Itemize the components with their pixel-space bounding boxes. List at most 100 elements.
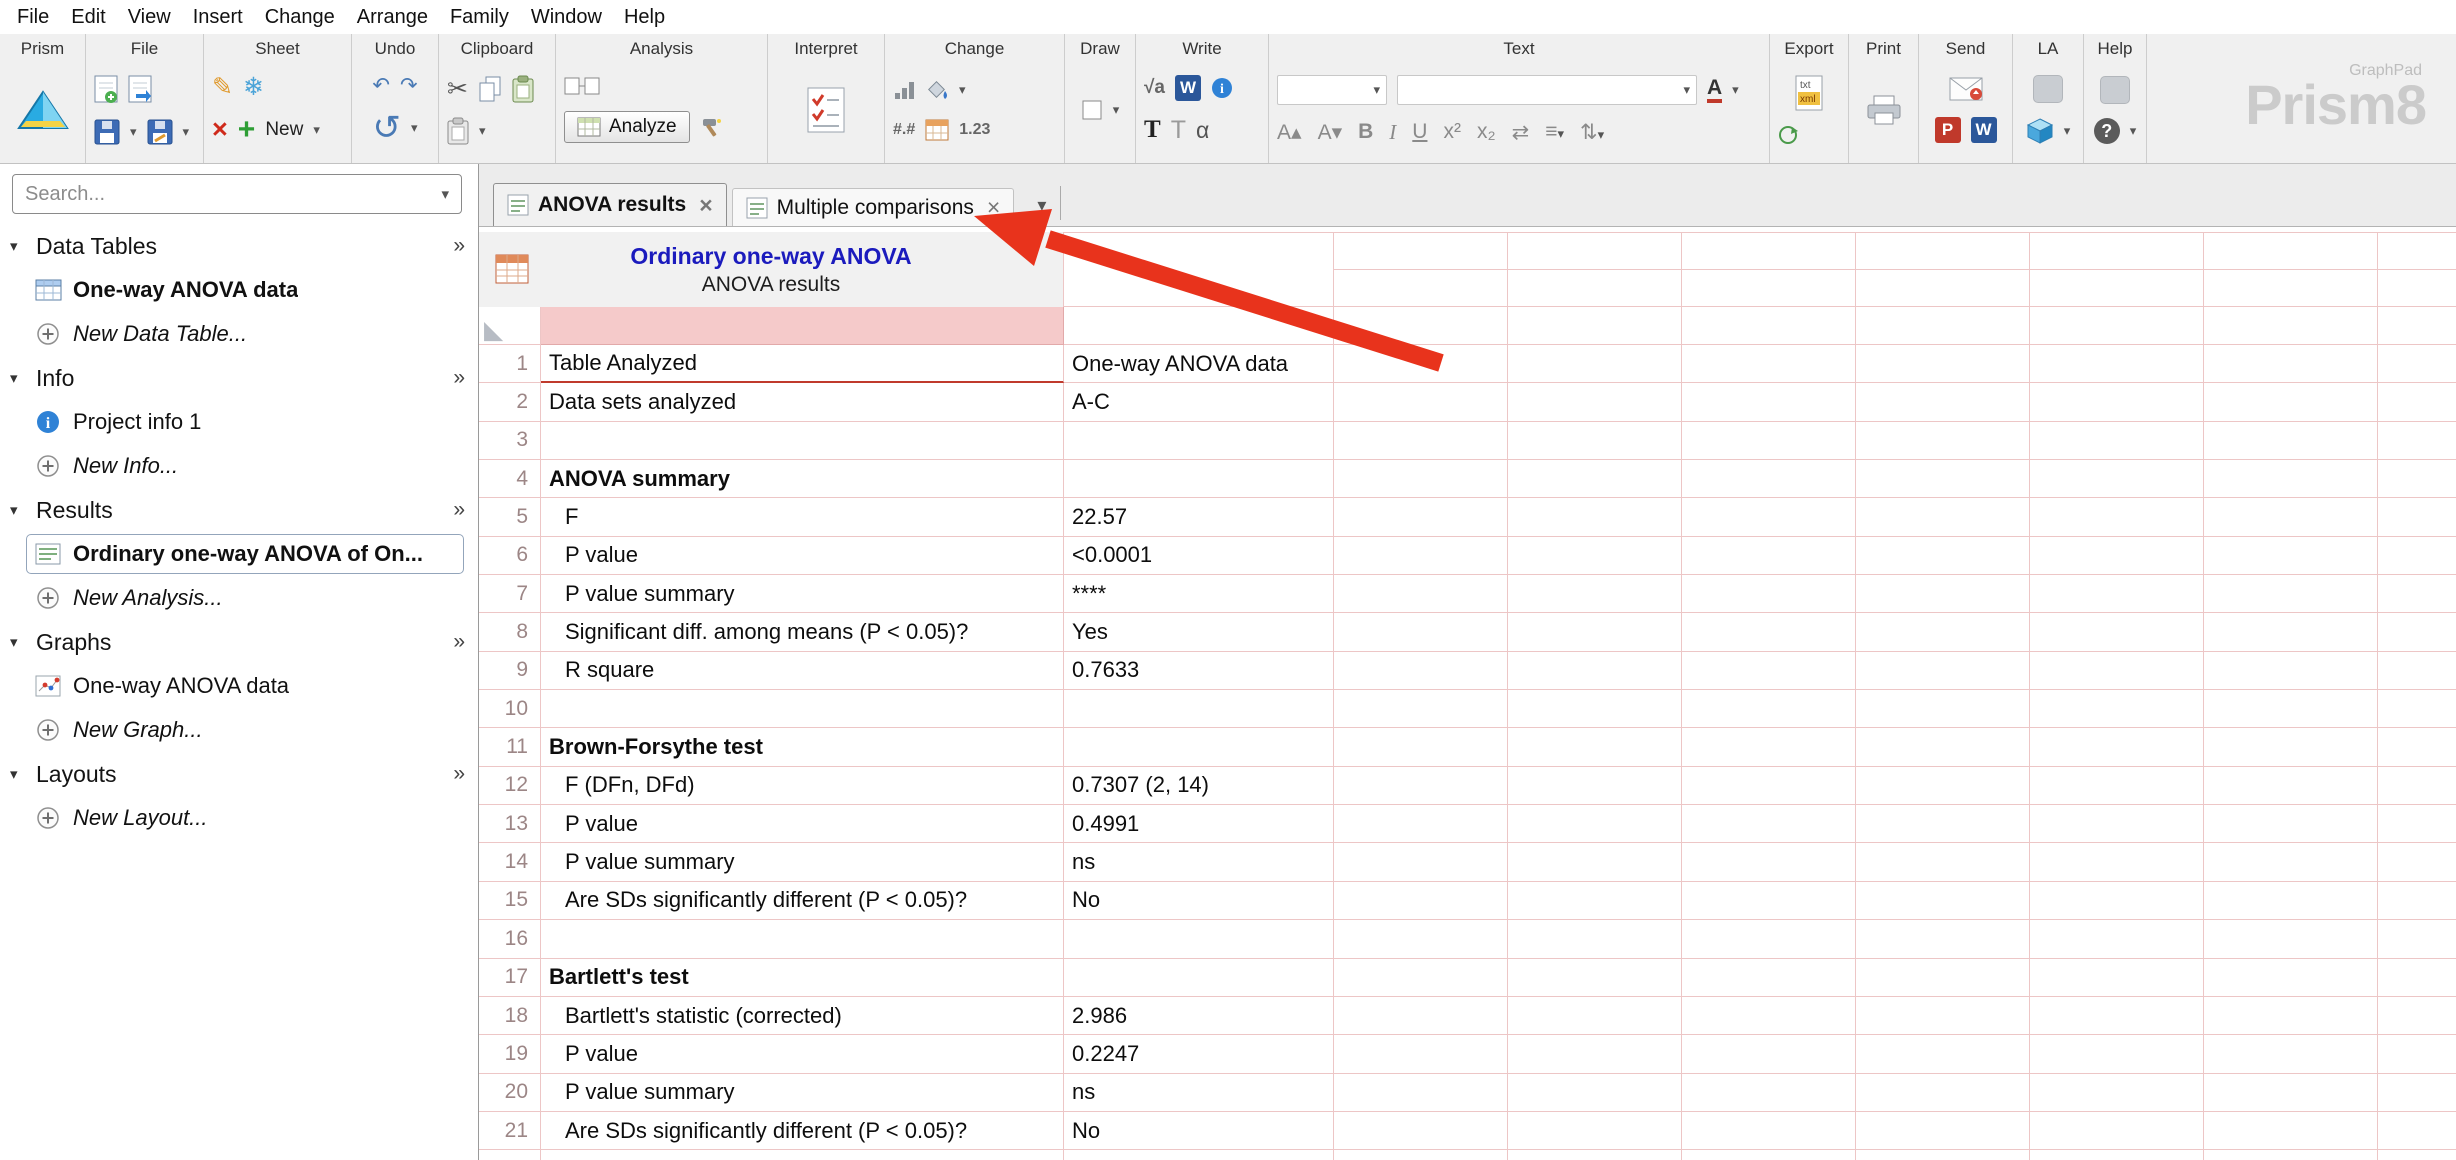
menu-item-change[interactable]: Change	[254, 3, 346, 32]
row-number[interactable]: 21	[479, 1112, 541, 1150]
undo-small-button[interactable]: ↶	[372, 75, 390, 96]
empty-cell[interactable]	[1334, 1074, 1508, 1112]
empty-cell[interactable]	[1334, 882, 1508, 920]
empty-cell[interactable]	[1508, 383, 1682, 421]
empty-cell[interactable]	[2204, 383, 2378, 421]
menu-item-arrange[interactable]: Arrange	[346, 3, 439, 32]
empty-cell[interactable]	[1856, 1112, 2030, 1150]
sidebar-item-one-way-anova-data[interactable]: One-way ANOVA data	[0, 268, 478, 312]
row-value-cell[interactable]	[1064, 959, 1334, 997]
empty-cell[interactable]	[1334, 307, 1508, 345]
empty-cell[interactable]	[1508, 882, 1682, 920]
chevron-down-icon[interactable]: ▾	[10, 501, 36, 519]
empty-cell[interactable]	[2204, 1150, 2378, 1160]
empty-cell[interactable]	[1856, 422, 2030, 460]
row-label-cell[interactable]: F	[541, 498, 1064, 536]
sidebar-section-graphs[interactable]: ▾Graphs»	[0, 620, 478, 664]
search-box[interactable]: ▾	[12, 174, 462, 214]
row-label-cell[interactable]	[541, 690, 1064, 728]
empty-cell[interactable]	[2204, 690, 2378, 728]
empty-cell[interactable]	[1334, 383, 1508, 421]
empty-cell[interactable]	[1856, 345, 2030, 383]
chevron-down-icon[interactable]: ▾	[10, 633, 36, 651]
empty-cell[interactable]	[1508, 307, 1682, 345]
empty-cell[interactable]	[1682, 345, 1856, 383]
row-value-cell[interactable]: 0.2247	[1064, 1035, 1334, 1073]
row-number[interactable]: 6	[479, 537, 541, 575]
search-dropdown-icon[interactable]: ▾	[441, 185, 449, 203]
close-tab-icon[interactable]: ×	[699, 192, 712, 219]
empty-cell[interactable]	[1334, 460, 1508, 498]
empty-cell[interactable]	[1508, 1074, 1682, 1112]
row-value-cell[interactable]: ****	[1064, 575, 1334, 613]
open-project-button[interactable]	[128, 75, 152, 105]
empty-cell[interactable]	[1508, 652, 1682, 690]
chevron-down-icon[interactable]: ▾	[10, 369, 36, 387]
row-number[interactable]: 13	[479, 805, 541, 843]
empty-cell[interactable]	[2030, 997, 2204, 1035]
empty-cell[interactable]	[1334, 345, 1508, 383]
menu-item-view[interactable]: View	[117, 3, 182, 32]
empty-cell[interactable]	[1856, 537, 2030, 575]
save-as-dropdown-icon[interactable]: ▾	[183, 124, 190, 140]
empty-cell[interactable]	[2030, 345, 2204, 383]
empty-cell[interactable]	[2378, 613, 2456, 651]
empty-cell[interactable]	[2030, 1112, 2204, 1150]
menu-item-insert[interactable]: Insert	[182, 3, 254, 32]
row-number[interactable]: 20	[479, 1074, 541, 1112]
print-button[interactable]	[1865, 94, 1903, 126]
empty-cell[interactable]	[2378, 460, 2456, 498]
row-value-cell[interactable]	[1064, 422, 1334, 460]
empty-cell[interactable]	[1334, 690, 1508, 728]
underline-button[interactable]: U	[1412, 120, 1427, 144]
sidebar-item-new-info[interactable]: New Info...	[0, 444, 478, 488]
sidebar-item-ordinary-one-way-anova-of-on[interactable]: Ordinary one-way ANOVA of On...	[0, 532, 478, 576]
empty-cell[interactable]	[1508, 498, 1682, 536]
subscript-button[interactable]: x₂	[1477, 120, 1496, 144]
row-label-cell[interactable]: Brown-Forsythe test	[541, 728, 1064, 766]
empty-cell[interactable]	[1334, 997, 1508, 1035]
email-button[interactable]	[1949, 77, 1983, 101]
row-value-cell[interactable]: 2.986	[1064, 997, 1334, 1035]
empty-cell[interactable]	[2378, 383, 2456, 421]
empty-cell[interactable]	[2378, 537, 2456, 575]
empty-cell[interactable]	[1334, 767, 1508, 805]
empty-cell[interactable]	[2378, 422, 2456, 460]
empty-cell[interactable]	[2204, 767, 2378, 805]
row-number[interactable]: 17	[479, 959, 541, 997]
empty-cell[interactable]	[1334, 575, 1508, 613]
close-tab-icon[interactable]: ×	[987, 194, 1000, 221]
empty-cell[interactable]	[2204, 307, 2378, 345]
greek-button[interactable]: α	[1196, 117, 1209, 144]
empty-cell[interactable]	[1334, 1150, 1508, 1160]
empty-cell[interactable]	[2030, 383, 2204, 421]
empty-cell[interactable]	[2204, 613, 2378, 651]
export-image-button[interactable]	[1778, 125, 1798, 145]
empty-cell[interactable]	[1334, 920, 1508, 958]
empty-cell[interactable]	[1508, 422, 1682, 460]
empty-cell[interactable]	[2378, 575, 2456, 613]
row-value-cell[interactable]: 0.7307 (2, 14)	[1064, 767, 1334, 805]
empty-cell[interactable]	[2204, 498, 2378, 536]
save-button[interactable]	[94, 119, 120, 145]
empty-cell[interactable]	[2204, 1112, 2378, 1150]
send-word-button[interactable]: W	[1971, 117, 1997, 143]
empty-cell[interactable]	[1682, 575, 1856, 613]
empty-cell[interactable]	[1682, 460, 1856, 498]
selected-column-header[interactable]	[541, 307, 1064, 345]
menu-item-family[interactable]: Family	[439, 3, 520, 32]
section-expand-button[interactable]: »	[453, 234, 462, 258]
increase-font-button[interactable]: A▴	[1277, 120, 1302, 145]
sidebar-section-results[interactable]: ▾Results»	[0, 488, 478, 532]
row-label-cell[interactable]: Bartlett's test	[541, 959, 1064, 997]
empty-cell[interactable]	[1856, 575, 2030, 613]
help-dropdown-icon[interactable]: ▾	[2130, 123, 2137, 139]
row-value-cell[interactable]: Yes	[1064, 613, 1334, 651]
empty-cell[interactable]	[2030, 460, 2204, 498]
row-label-cell[interactable]: P value	[541, 805, 1064, 843]
row-label-cell[interactable]: Are SDs significantly different (P < 0.0…	[541, 882, 1064, 920]
menu-item-window[interactable]: Window	[520, 3, 613, 32]
empty-cell[interactable]	[2378, 345, 2456, 383]
export-button[interactable]: txtxml	[1794, 75, 1824, 111]
empty-cell[interactable]	[2204, 1074, 2378, 1112]
